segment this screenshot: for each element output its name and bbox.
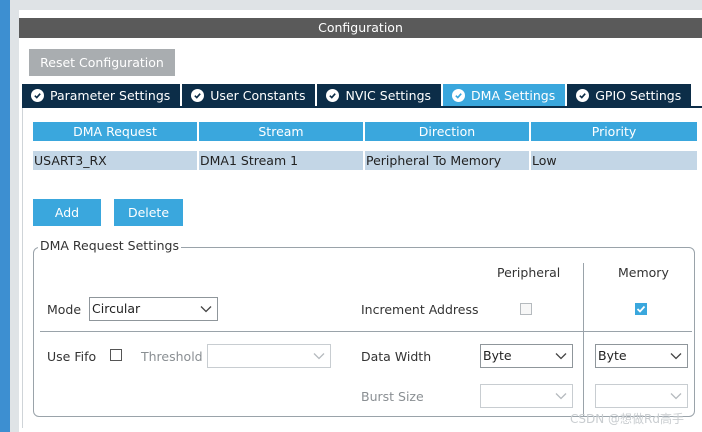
chevron-down-icon [313,353,325,360]
chevron-down-icon [670,393,682,400]
burst-size-label: Burst Size [361,389,424,404]
cell-priority[interactable]: Low [531,151,697,170]
check-circle-icon [326,88,340,102]
left-edge-bar [0,0,10,432]
delete-button[interactable]: Delete [114,199,183,226]
tab-gpio-settings[interactable]: GPIO Settings [567,84,694,106]
dma-request-table: DMA Request Stream Direction Priority US… [33,122,697,170]
column-header-stream[interactable]: Stream [199,122,365,141]
threshold-label: Threshold [141,349,203,364]
memory-data-width-value: Byte [598,348,627,363]
check-circle-icon [452,88,466,102]
check-circle-icon [31,88,44,102]
peripheral-data-width-select[interactable]: Byte [480,344,573,368]
chevron-down-icon [200,306,212,313]
tab-user-constants[interactable]: User Constants [182,84,318,106]
watermark: CSDN @想做Rd高手 [570,412,684,426]
tab-label: User Constants [210,87,306,103]
memory-burst-size-select[interactable] [595,384,688,408]
column-header-dma-request[interactable]: DMA Request [33,122,199,141]
data-width-label: Data Width [361,349,432,364]
column-header-priority[interactable]: Priority [531,122,697,141]
peripheral-column-header: Peripheral [497,265,561,280]
tab-label: Parameter Settings [50,87,171,103]
memory-data-width-select[interactable]: Byte [595,344,688,368]
memory-increment-checkbox[interactable] [635,303,647,315]
check-circle-icon [576,88,590,102]
mode-select[interactable]: Circular [89,297,218,321]
chevron-down-icon [555,393,567,400]
chevron-down-icon [555,353,567,360]
peripheral-burst-size-select[interactable] [480,384,573,408]
increment-address-label: Increment Address [361,302,479,317]
tab-label: DMA Settings [471,87,556,103]
mode-value: Circular [92,301,141,316]
use-fifo-label: Use Fifo [47,349,97,364]
table-row[interactable]: USART3_RX DMA1 Stream 1 Peripheral To Me… [33,151,697,170]
configuration-title-bar: Configuration [19,18,702,38]
tab-label: GPIO Settings [595,87,682,103]
use-fifo-checkbox[interactable] [110,349,122,361]
check-circle-icon [191,88,205,102]
tab-label: NVIC Settings [345,87,432,103]
chevron-down-icon [670,353,682,360]
tab-dma-settings[interactable]: DMA Settings [443,84,568,106]
tab-parameter-settings[interactable]: Parameter Settings [22,84,183,106]
reset-configuration-button[interactable]: Reset Configuration [29,49,175,76]
add-button[interactable]: Add [33,199,101,226]
top-gutter [19,0,702,10]
table-header-row: DMA Request Stream Direction Priority [33,122,697,141]
threshold-select[interactable] [207,344,331,368]
check-icon [636,305,646,313]
group-legend: DMA Request Settings [38,238,181,253]
cell-dma-request[interactable]: USART3_RX [33,151,199,170]
mode-label: Mode [47,302,82,317]
peripheral-data-width-value: Byte [483,348,512,363]
cell-stream[interactable]: DMA1 Stream 1 [199,151,365,170]
settings-tabs: Parameter Settings User Constants NVIC S… [22,84,694,106]
peripheral-increment-checkbox[interactable] [520,303,532,315]
column-header-direction[interactable]: Direction [365,122,531,141]
cell-direction[interactable]: Peripheral To Memory [365,151,531,170]
left-gutter [10,0,19,432]
tab-nvic-settings[interactable]: NVIC Settings [317,84,444,106]
memory-column-header: Memory [618,265,669,280]
